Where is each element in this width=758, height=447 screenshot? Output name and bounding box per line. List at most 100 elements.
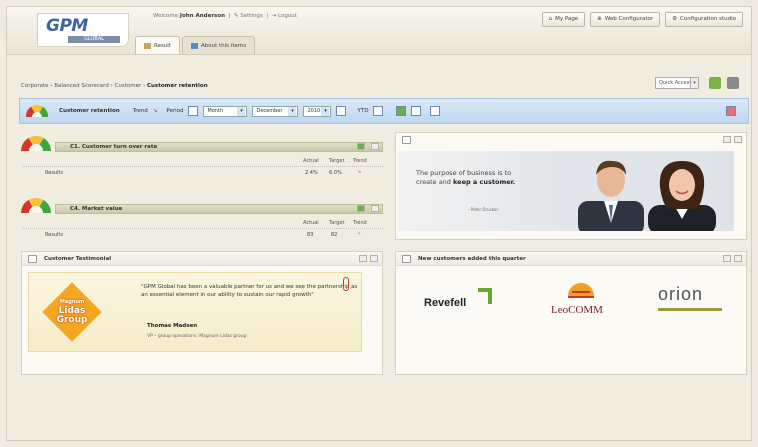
trend-right-icon: ✦ (357, 231, 362, 237)
tab-about-label: About this items (201, 42, 247, 49)
gpm-logo[interactable]: GPM GLOBAL (37, 13, 129, 47)
app-frame: GPM GLOBAL Welcome John Anderson | ✎ Set… (6, 6, 752, 441)
tab-about[interactable]: About this items (182, 36, 256, 54)
testimonial-panel: Customer Testimonial Magnum Lidas Group … (21, 251, 383, 375)
panel-controls (723, 255, 742, 262)
header: GPM GLOBAL Welcome John Anderson | ✎ Set… (7, 7, 751, 55)
breadcrumb-item[interactable]: Corporate (21, 83, 49, 89)
info-icon (191, 42, 198, 49)
quote-image-panel: The purpose of business is to create and… (395, 132, 747, 240)
settings-icon: ✎ (233, 13, 239, 19)
settings-icon[interactable] (734, 136, 742, 143)
edit-icon[interactable] (723, 255, 731, 262)
gauge-icon (26, 105, 48, 117)
panel-controls (359, 255, 378, 262)
prev-period-button[interactable] (188, 106, 199, 116)
tab-result-label: Result (154, 42, 171, 49)
home-icon: ⌂ (548, 16, 553, 22)
revefell-logo: Revefell (424, 297, 467, 309)
row-label: Results (45, 232, 64, 238)
separator: | (266, 13, 269, 19)
user-name[interactable]: John Anderson (180, 13, 225, 19)
period-type-select[interactable]: Month (203, 105, 248, 117)
quick-access-select[interactable]: Quick Access ▾ (655, 77, 699, 89)
new-customers-panel: New customers added this quarter Revefel… (395, 251, 747, 375)
gauge-icon (21, 136, 51, 151)
actual-value: 2.4% (305, 170, 318, 176)
chart-icon (144, 42, 151, 49)
divider (23, 166, 383, 167)
excel-export-icon[interactable] (709, 77, 721, 89)
header-buttons: ⌂ My Page ⊕ Web Configurator ⚙ Configuratio… (541, 12, 743, 27)
settings-icon[interactable] (734, 255, 742, 262)
add-icon[interactable] (357, 205, 365, 212)
trend-label: Trend (132, 108, 148, 114)
welcome-text: Welcome (153, 13, 179, 19)
grid-icon[interactable] (430, 106, 441, 116)
configuration-studio-button[interactable]: ⚙ Configuration studio (665, 12, 743, 27)
add-icon[interactable] (396, 106, 407, 116)
quote-banner: The purpose of business is to create and… (398, 151, 734, 231)
orion-logo-bar (658, 308, 722, 311)
scorecard-toolbar: Customer retention Trend ↘ Period Month … (19, 98, 749, 124)
col-actual: Actual (303, 158, 319, 164)
breadcrumb-separator: › (50, 83, 53, 89)
divider (23, 228, 383, 229)
testimonial-quote: "GPM Global has been a valuable partner … (141, 284, 358, 298)
add-icon[interactable] (357, 143, 365, 150)
month-select[interactable]: December (252, 105, 299, 117)
settings-dropdown-icon[interactable] (726, 106, 736, 116)
panel-header: New customers added this quarter (396, 252, 746, 266)
edit-icon[interactable] (371, 143, 379, 150)
revefell-logo-mark (478, 288, 492, 304)
edit-icon[interactable] (723, 136, 731, 143)
settings-link[interactable]: Settings (240, 13, 263, 19)
logo-line-3: Group (56, 315, 88, 325)
next-period-button[interactable] (336, 106, 347, 116)
tab-result[interactable]: Result (135, 36, 180, 54)
ytd-checkbox[interactable] (373, 106, 384, 116)
year-select[interactable]: 2010 (303, 105, 332, 117)
panel-controls (723, 136, 742, 143)
logout-link[interactable]: Logout (278, 13, 297, 19)
kpi-title-bar[interactable]: C4. Market value (55, 204, 383, 214)
print-icon[interactable] (727, 77, 739, 89)
breadcrumb-item[interactable]: Customer (115, 83, 142, 89)
breadcrumb-separator: › (143, 83, 146, 89)
edit-icon[interactable] (411, 106, 422, 116)
breadcrumb-separator: › (110, 83, 113, 89)
orion-logo: orion (658, 284, 704, 304)
web-configurator-button[interactable]: ⊕ Web Configurator (590, 12, 661, 27)
logo-subtext: GLOBAL (68, 36, 120, 43)
kpi-title-bar[interactable]: C1. Customer turn over rate (55, 142, 383, 152)
web-configurator-label: Web Configurator (604, 16, 654, 22)
panel-header: Customer Testimonial (22, 252, 382, 266)
scorecard-title: Customer retention (59, 108, 120, 114)
kpi-panel: C1. Customer turn over rate Actual Targe… (19, 132, 389, 238)
breadcrumb-item[interactable]: Balanced Scorecard (54, 83, 109, 89)
folder-icon (402, 255, 411, 263)
col-trend: Trend (353, 158, 367, 164)
col-actual: Actual (303, 220, 319, 226)
kpi-title: C4. Market value (70, 206, 123, 212)
trend-down-icon: ↘ (152, 108, 158, 114)
breadcrumb-current: Customer retention (146, 83, 208, 89)
breadcrumb: Corporate › Balanced Scorecard › Custome… (21, 83, 208, 89)
settings-icon[interactable] (370, 255, 378, 262)
col-target: Target (329, 220, 345, 226)
quote-author: - Peter Drucker (468, 207, 499, 212)
edit-icon[interactable] (371, 205, 379, 212)
quote-text: The purpose of business is to create and… (416, 169, 536, 187)
my-page-button[interactable]: ⌂ My Page (541, 12, 586, 27)
testimonial-role: VP – group operations, Magnum Lidas grou… (147, 334, 247, 339)
quote-line-2: create and (416, 178, 451, 186)
actual-value: 83 (307, 232, 314, 238)
businesswoman-photo (648, 161, 716, 231)
magnum-lidas-logo-text: Magnum Lidas Group (43, 297, 101, 325)
col-trend: Trend (353, 220, 367, 226)
edit-icon[interactable] (359, 255, 367, 262)
kpi-title: C1. Customer turn over rate (70, 144, 158, 150)
ytd-label: YTD (357, 108, 369, 114)
target-value: 6.0% (329, 170, 342, 176)
logout-icon: ⇥ (271, 13, 277, 19)
